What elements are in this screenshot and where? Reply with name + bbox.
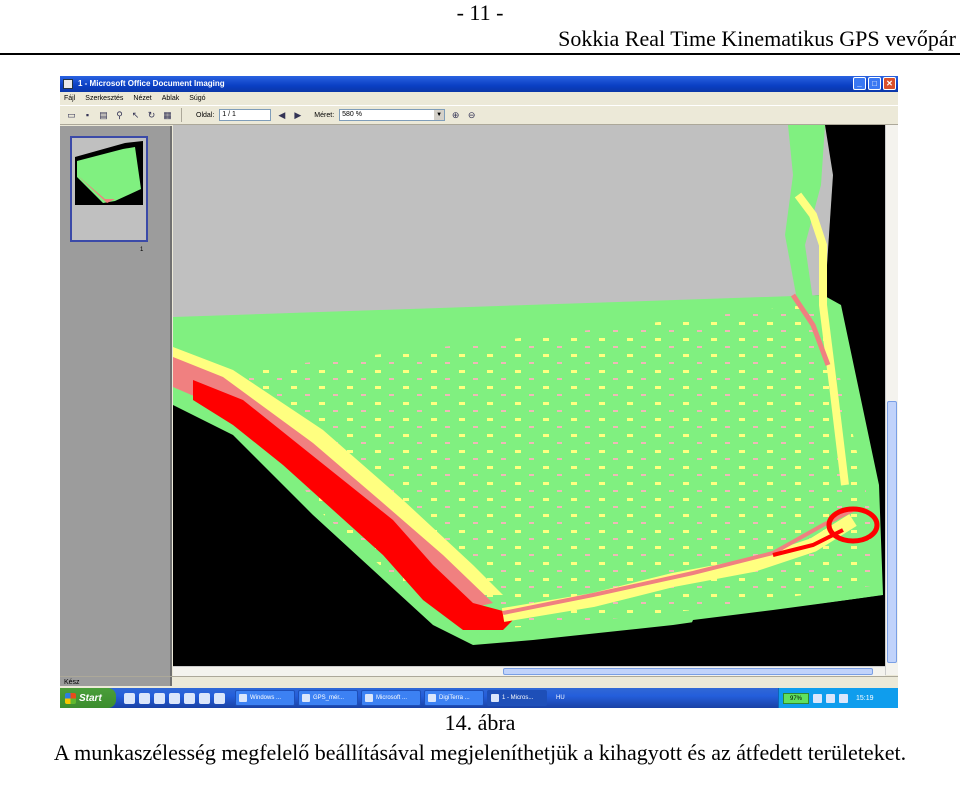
- quick-launch: [124, 692, 225, 704]
- start-button[interactable]: Start: [60, 688, 116, 708]
- app-icon: [365, 694, 373, 702]
- page-label: Oldal:: [196, 111, 215, 119]
- close-button[interactable]: ✕: [883, 77, 896, 90]
- taskbar-button-microsoft[interactable]: Microsoft ...: [361, 690, 421, 706]
- zoom-out-icon[interactable]: ⊖: [466, 110, 477, 121]
- tray-icon[interactable]: [839, 693, 848, 703]
- quick-launch-icon[interactable]: [154, 692, 165, 704]
- quick-launch-icon[interactable]: [139, 692, 150, 704]
- menubar: Fájl Szerkesztés Nézet Ablak Súgó: [60, 92, 898, 105]
- quick-launch-icon[interactable]: [124, 692, 135, 704]
- ocr-icon[interactable]: ▦: [162, 110, 173, 121]
- page-input[interactable]: 1 / 1: [219, 109, 272, 121]
- thumbnail-number: 1: [140, 247, 144, 253]
- toolbar: ▭ ▪ ▤ ⚲ ↖ ↻ ▦ Oldal: 1 / 1 ◀ ▶ Méret: 58…: [60, 105, 898, 125]
- taskbar-button-label: Windows ...: [250, 695, 282, 701]
- minimize-button[interactable]: _: [853, 77, 866, 90]
- menu-window[interactable]: Ablak: [162, 95, 180, 102]
- system-tray: 97% 15:19: [778, 688, 898, 708]
- header-title: Sokkia Real Time Kinematikus GPS vevőpár: [558, 26, 956, 51]
- quick-launch-icon[interactable]: [169, 692, 180, 704]
- menu-file[interactable]: Fájl: [64, 95, 75, 102]
- size-label: Méret:: [314, 111, 335, 119]
- taskbar-button-windows[interactable]: Windows ...: [235, 690, 295, 706]
- horizontal-scrollbar[interactable]: [173, 666, 885, 676]
- previous-page-icon[interactable]: ◀: [276, 110, 287, 121]
- next-page-icon[interactable]: ▶: [292, 110, 303, 121]
- menu-help[interactable]: Súgó: [189, 95, 205, 102]
- windows-logo-icon: [65, 692, 76, 704]
- language-indicator[interactable]: HU: [556, 695, 565, 701]
- taskbar-button-label: Microsoft ...: [376, 695, 408, 701]
- clock[interactable]: 15:19: [856, 695, 874, 702]
- rotate-icon[interactable]: ↻: [146, 110, 157, 121]
- horizontal-scroll-thumb[interactable]: [503, 668, 873, 675]
- page-thumbnail[interactable]: [70, 136, 148, 242]
- taskbar-button-label: GPS_mér...: [313, 695, 345, 701]
- taskbar-button-digiterra[interactable]: DigiTerra ...: [424, 690, 484, 706]
- find-icon[interactable]: ⚲: [114, 110, 125, 121]
- figure-label: 14. ábra: [444, 710, 516, 735]
- maximize-button[interactable]: □: [868, 77, 881, 90]
- window-titlebar: 1 - Microsoft Office Document Imaging _ …: [60, 76, 898, 92]
- thumbnail-pane: 1: [60, 126, 172, 686]
- status-bar: Kész: [60, 676, 898, 688]
- menu-view[interactable]: Nézet: [133, 95, 151, 102]
- quick-launch-icon[interactable]: [184, 692, 195, 704]
- select-icon[interactable]: ↖: [130, 110, 141, 121]
- zoom-in-icon[interactable]: ⊕: [450, 110, 461, 121]
- zoom-value: 580 %: [342, 111, 362, 118]
- start-label: Start: [79, 692, 102, 704]
- document-icon: [63, 79, 73, 89]
- header-rule: [0, 53, 960, 55]
- menu-edit[interactable]: Szerkesztés: [85, 95, 123, 102]
- quick-launch-icon[interactable]: [214, 692, 225, 704]
- taskbar-button-label: 1 - Micros...: [502, 695, 534, 701]
- open-folder-icon[interactable]: ▭: [66, 110, 77, 121]
- network-icon[interactable]: [813, 693, 822, 703]
- chevron-down-icon[interactable]: ▼: [434, 110, 445, 120]
- coverage-map: [173, 125, 885, 666]
- taskbar-button-label: DigiTerra ...: [439, 695, 470, 701]
- image-viewport[interactable]: [173, 125, 885, 666]
- taskbar-button-imaging[interactable]: 1 - Micros...: [487, 690, 547, 706]
- document-icon: [302, 694, 310, 702]
- taskbar: Start Windows ... GPS_mér... Microsoft .…: [60, 688, 898, 708]
- quick-launch-icon[interactable]: [199, 692, 210, 704]
- figure-caption: A munkaszélesség megfelelő beállításával…: [53, 740, 907, 765]
- vertical-scroll-thumb[interactable]: [887, 401, 897, 663]
- vertical-scrollbar[interactable]: [885, 125, 898, 675]
- thumbnail-image: [75, 141, 143, 235]
- toolbar-separator: [181, 108, 182, 122]
- volume-icon[interactable]: [826, 693, 835, 703]
- page-number: - 11 -: [456, 0, 504, 25]
- uncovered-gray-area: [173, 125, 833, 325]
- app-icon: [428, 694, 436, 702]
- screenshot-window: 1 - Microsoft Office Document Imaging _ …: [60, 76, 898, 708]
- document-icon: [491, 694, 499, 702]
- folder-icon: [239, 694, 247, 702]
- save-icon[interactable]: ▪: [82, 110, 93, 121]
- print-icon[interactable]: ▤: [98, 110, 109, 121]
- window-title: 1 - Microsoft Office Document Imaging: [78, 79, 225, 88]
- battery-indicator[interactable]: 97%: [783, 692, 809, 704]
- taskbar-button-gps[interactable]: GPS_mér...: [298, 690, 358, 706]
- zoom-select[interactable]: 580 % ▼: [339, 109, 446, 121]
